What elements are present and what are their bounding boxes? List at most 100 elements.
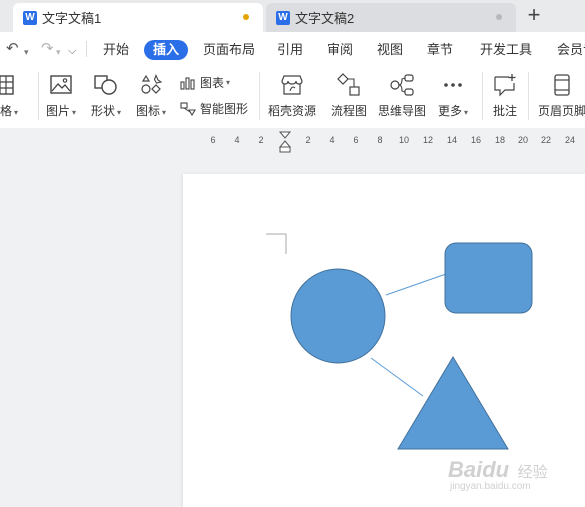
ruler-tick: 16 (470, 135, 482, 145)
undo-icon[interactable]: ↶ (6, 41, 19, 57)
caret-down-icon: ▾ (72, 108, 77, 117)
ruler-tick: 6 (210, 135, 216, 145)
table-button[interactable]: 表格▾ (0, 72, 18, 119)
ruler-tick: 12 (422, 135, 434, 145)
picture-button[interactable]: 图片 ▾ (46, 72, 76, 119)
tab-label: 文字文稿1 (42, 11, 102, 26)
caret-down-icon: ▾ (14, 108, 19, 117)
bar-chart-icon (180, 76, 195, 90)
new-tab-button[interactable]: + (522, 4, 546, 28)
writer-doc-icon: W (23, 10, 37, 25)
store-icon (279, 72, 305, 98)
flowchart-label: 流程图 (331, 104, 368, 118)
ruler-tick: 22 (540, 135, 552, 145)
icon-library-icon (138, 72, 164, 98)
margin-corner-mark (266, 233, 287, 254)
menu-insert[interactable]: 插入 (144, 40, 189, 60)
chart-label: 图表 (200, 76, 225, 90)
ruler-tick: 6 (353, 135, 359, 145)
menu-home[interactable]: 开始 (103, 40, 129, 60)
icon-library-button[interactable]: 图标 ▾ (136, 72, 166, 119)
smart-art-label: 智能图形 (200, 102, 249, 116)
insert-ribbon: 表格▾ 图片▾ 形状▾ 图标▾ 图表▾ 智能图形 稻壳资源 (0, 66, 585, 129)
ruler-tick: 4 (329, 135, 335, 145)
ruler-tick: 14 (446, 135, 458, 145)
menu-references[interactable]: 引用 (277, 40, 303, 60)
horizontal-ruler[interactable]: 6 4 2 2 4 6 8 10 12 14 16 18 20 22 24 (0, 128, 585, 153)
tab-label: 文字文稿2 (295, 11, 355, 26)
menu-view[interactable]: 视图 (377, 40, 403, 60)
shape-icon (93, 72, 119, 98)
table-label: 表格 (0, 104, 13, 118)
mindmap-label: 思维导图 (378, 104, 427, 118)
smart-art-icon (180, 101, 196, 116)
writer-doc-icon: W (276, 10, 290, 25)
tab-bar: W 文字文稿1 W 文字文稿2 + (0, 0, 585, 32)
caret-down-icon: ▾ (162, 108, 167, 117)
comment-label: 批注 (492, 104, 517, 118)
comment-add-icon (492, 72, 518, 98)
unsaved-dot-icon (243, 14, 249, 20)
menu-membership[interactable]: 会员专 (557, 40, 585, 60)
redo-icon[interactable]: ↷ (41, 41, 54, 57)
menu-bar: ↶ ▾ ↷ ▾ ⌵ 开始 插入 页面布局 引用 审阅 视图 章节 开发工具 会员… (0, 32, 585, 66)
flowchart-button[interactable]: 流程图 (331, 72, 367, 119)
document-page[interactable]: Baidu 经验 jingyan.baidu.com (183, 174, 585, 507)
resources-label: 稻壳资源 (268, 104, 317, 118)
shape-button[interactable]: 形状 ▾ (91, 72, 121, 119)
ruler-tick: 20 (517, 135, 529, 145)
chart-button[interactable]: 图表 ▾ (180, 74, 230, 91)
connector-line[interactable] (385, 273, 447, 296)
ruler-tick: 8 (377, 135, 383, 145)
more-dots-icon (440, 72, 466, 98)
resources-button[interactable]: 稻壳资源 (268, 72, 316, 119)
watermark-url: jingyan.baidu.com (450, 481, 531, 492)
connector-line[interactable] (370, 357, 424, 397)
undo-dropdown-icon[interactable]: ▾ (24, 44, 29, 60)
triangle-shape[interactable] (397, 356, 509, 450)
circle-shape[interactable] (290, 268, 386, 364)
ruler-tick: 4 (234, 135, 240, 145)
caret-down-icon: ▾ (117, 108, 122, 117)
ribbon-divider (38, 72, 39, 120)
header-footer-button[interactable]: 页眉页脚 (538, 72, 585, 119)
mindmap-icon (389, 72, 415, 98)
more-button[interactable]: 更多 ▾ (438, 72, 468, 119)
redo-dropdown-icon[interactable]: ▾ (56, 44, 61, 60)
rounded-rectangle-shape[interactable] (444, 242, 533, 314)
ribbon-divider (528, 72, 529, 120)
header-footer-icon (549, 72, 575, 98)
tab-document-1[interactable]: W 文字文稿1 (13, 3, 263, 32)
icon-label: 图标 (136, 104, 161, 118)
more-label: 更多 (438, 104, 463, 118)
watermark-brand-cn: 经验 (517, 464, 548, 481)
tab-document-2[interactable]: W 文字文稿2 (266, 3, 516, 32)
menu-review[interactable]: 审阅 (327, 40, 353, 60)
baidu-watermark: Baidu 经验 jingyan.baidu.com (448, 457, 548, 492)
caret-down-icon: ▾ (226, 78, 231, 87)
ribbon-divider (482, 72, 483, 120)
table-icon (0, 72, 16, 98)
menu-section[interactable]: 章节 (427, 40, 453, 60)
menu-page-layout[interactable]: 页面布局 (203, 40, 255, 60)
ruler-tick: 10 (398, 135, 410, 145)
ruler-tick: 18 (494, 135, 506, 145)
picture-label: 图片 (46, 104, 71, 118)
flowchart-icon (336, 72, 362, 98)
ruler-tick: 2 (258, 135, 264, 145)
ruler-tick: 24 (564, 135, 576, 145)
comment-button[interactable]: 批注 (492, 72, 518, 119)
customize-toolbar-icon[interactable]: ⌵ (68, 43, 76, 59)
watermark-brand: Baidu (448, 457, 510, 482)
picture-icon (48, 72, 74, 98)
close-dot-icon[interactable] (496, 14, 502, 20)
ribbon-divider (259, 72, 260, 120)
mindmap-button[interactable]: 思维导图 (378, 72, 426, 119)
header-footer-label: 页眉页脚 (538, 104, 585, 118)
menu-developer-tools[interactable]: 开发工具 (480, 40, 532, 60)
shape-label: 形状 (91, 104, 116, 118)
smart-art-button[interactable]: 智能图形 (180, 100, 248, 117)
indent-marker-icon[interactable] (279, 131, 291, 153)
ruler-tick: 2 (305, 135, 311, 145)
caret-down-icon: ▾ (464, 108, 469, 117)
